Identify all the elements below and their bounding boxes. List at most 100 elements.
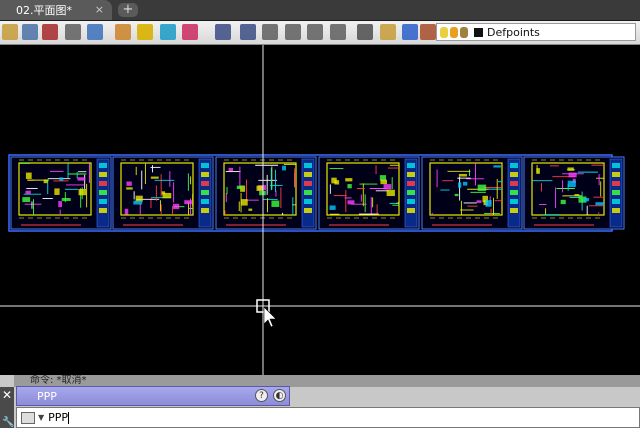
layer-color-swatch <box>474 27 483 37</box>
drawing-sheets <box>8 154 625 232</box>
customize-icon[interactable]: 🔧 <box>2 417 14 428</box>
autocomplete-suggestion[interactable]: PPP ? ◐ <box>16 386 290 406</box>
image-icon[interactable] <box>182 24 198 40</box>
lock-icon[interactable] <box>460 26 468 38</box>
close-tab-icon[interactable]: × <box>95 4 104 15</box>
sheet-3 <box>215 156 317 230</box>
plan-fill <box>248 208 253 211</box>
title-block-text <box>304 163 312 168</box>
command-input[interactable]: ▼ PPP <box>16 407 640 428</box>
plan-fill <box>228 167 234 172</box>
sheet-6 <box>523 156 625 230</box>
plan-fill <box>454 193 459 197</box>
text-caret <box>68 411 70 424</box>
title-block-text <box>612 199 620 204</box>
sheet-4 <box>318 156 420 230</box>
recent-commands-icon[interactable]: ▼ <box>38 413 44 422</box>
plan-fill <box>345 178 353 182</box>
layer-dropdown[interactable]: Defpoints <box>436 23 636 41</box>
plan-fill <box>595 202 604 206</box>
help-icon[interactable]: ? <box>255 389 268 402</box>
title-block-text <box>407 190 415 195</box>
library-icon[interactable] <box>402 24 418 40</box>
search-web-icon[interactable]: ◐ <box>273 389 286 402</box>
title-block-text <box>304 199 312 204</box>
sheet-icon[interactable] <box>357 24 373 40</box>
layer-props-icon[interactable] <box>379 24 396 40</box>
title-block-text <box>510 190 518 195</box>
zoom-window-icon[interactable] <box>307 24 323 40</box>
plan-fill <box>184 200 192 205</box>
command-prompt-icon <box>21 411 35 424</box>
plan-fill <box>458 173 467 177</box>
bulb-icon[interactable] <box>440 26 448 38</box>
title-block-text <box>201 172 209 177</box>
title-block-text <box>201 208 209 213</box>
zoom-previous-icon[interactable] <box>329 24 346 40</box>
title-block-text <box>510 199 518 204</box>
plan-fill <box>536 168 540 174</box>
title-block-text <box>201 199 209 204</box>
plan-fill <box>161 191 166 195</box>
close-icon[interactable]: ✕ <box>2 389 12 401</box>
plan-fill <box>173 203 180 210</box>
title-block-text <box>407 181 415 186</box>
plan-fill <box>271 200 280 207</box>
plan-fill <box>329 205 336 210</box>
title-block-text <box>304 190 312 195</box>
title-block-text <box>304 208 312 213</box>
sun-icon[interactable] <box>450 26 458 38</box>
table-icon[interactable] <box>87 24 103 40</box>
hatch-icon[interactable] <box>159 24 176 40</box>
redo-icon[interactable] <box>239 24 256 40</box>
pan-icon[interactable] <box>262 24 278 40</box>
properties-icon[interactable] <box>64 24 81 40</box>
plan-fill <box>43 179 48 184</box>
title-block-text <box>407 163 415 168</box>
suggestion-label: PPP <box>37 390 57 403</box>
plan-fill <box>135 195 143 202</box>
plan-fill <box>259 190 266 196</box>
title-block-text <box>612 163 620 168</box>
block-icon[interactable] <box>42 24 58 40</box>
plan-fill <box>458 182 462 188</box>
plan-fill <box>58 201 63 208</box>
plan-fill <box>331 177 337 184</box>
plan-fill <box>59 177 64 181</box>
title-block-text <box>201 181 209 186</box>
title-block-text <box>510 208 518 213</box>
drawing-canvas[interactable] <box>0 45 640 375</box>
edit-icon[interactable] <box>114 24 131 40</box>
plan-fill <box>485 200 492 207</box>
plan-fill <box>78 189 87 196</box>
tab-document[interactable]: 02.平面图* × <box>0 0 112 20</box>
plan-fill <box>560 199 566 205</box>
title-block-text <box>510 163 518 168</box>
plan-fill <box>150 176 159 179</box>
save-icon[interactable] <box>22 24 38 40</box>
mouse-cursor-icon <box>263 306 277 328</box>
plan-fill <box>476 200 482 203</box>
plan-fill <box>463 181 468 186</box>
zoom-icon[interactable] <box>284 24 301 40</box>
plan-fill <box>380 179 387 185</box>
new-tab-button[interactable]: + <box>118 3 138 17</box>
undo-icon[interactable] <box>214 24 231 40</box>
layer-states-icon[interactable] <box>420 24 436 40</box>
plan-fill <box>54 188 60 195</box>
plan-fill <box>383 184 392 190</box>
plan-fill <box>386 189 395 197</box>
title-block-text <box>612 172 620 177</box>
title-block-text <box>407 208 415 213</box>
title-block-text <box>99 199 107 204</box>
title-block-text <box>407 199 415 204</box>
plan-fill <box>241 199 248 206</box>
sheet-5 <box>421 156 523 230</box>
text-icon[interactable] <box>137 24 153 40</box>
model-space <box>0 45 640 375</box>
title-block-text <box>99 181 107 186</box>
open-icon[interactable] <box>2 24 18 40</box>
plan-fill <box>574 194 580 197</box>
file-tab-bar: 02.平面图* × + <box>0 0 640 21</box>
plan-fill <box>61 198 71 201</box>
